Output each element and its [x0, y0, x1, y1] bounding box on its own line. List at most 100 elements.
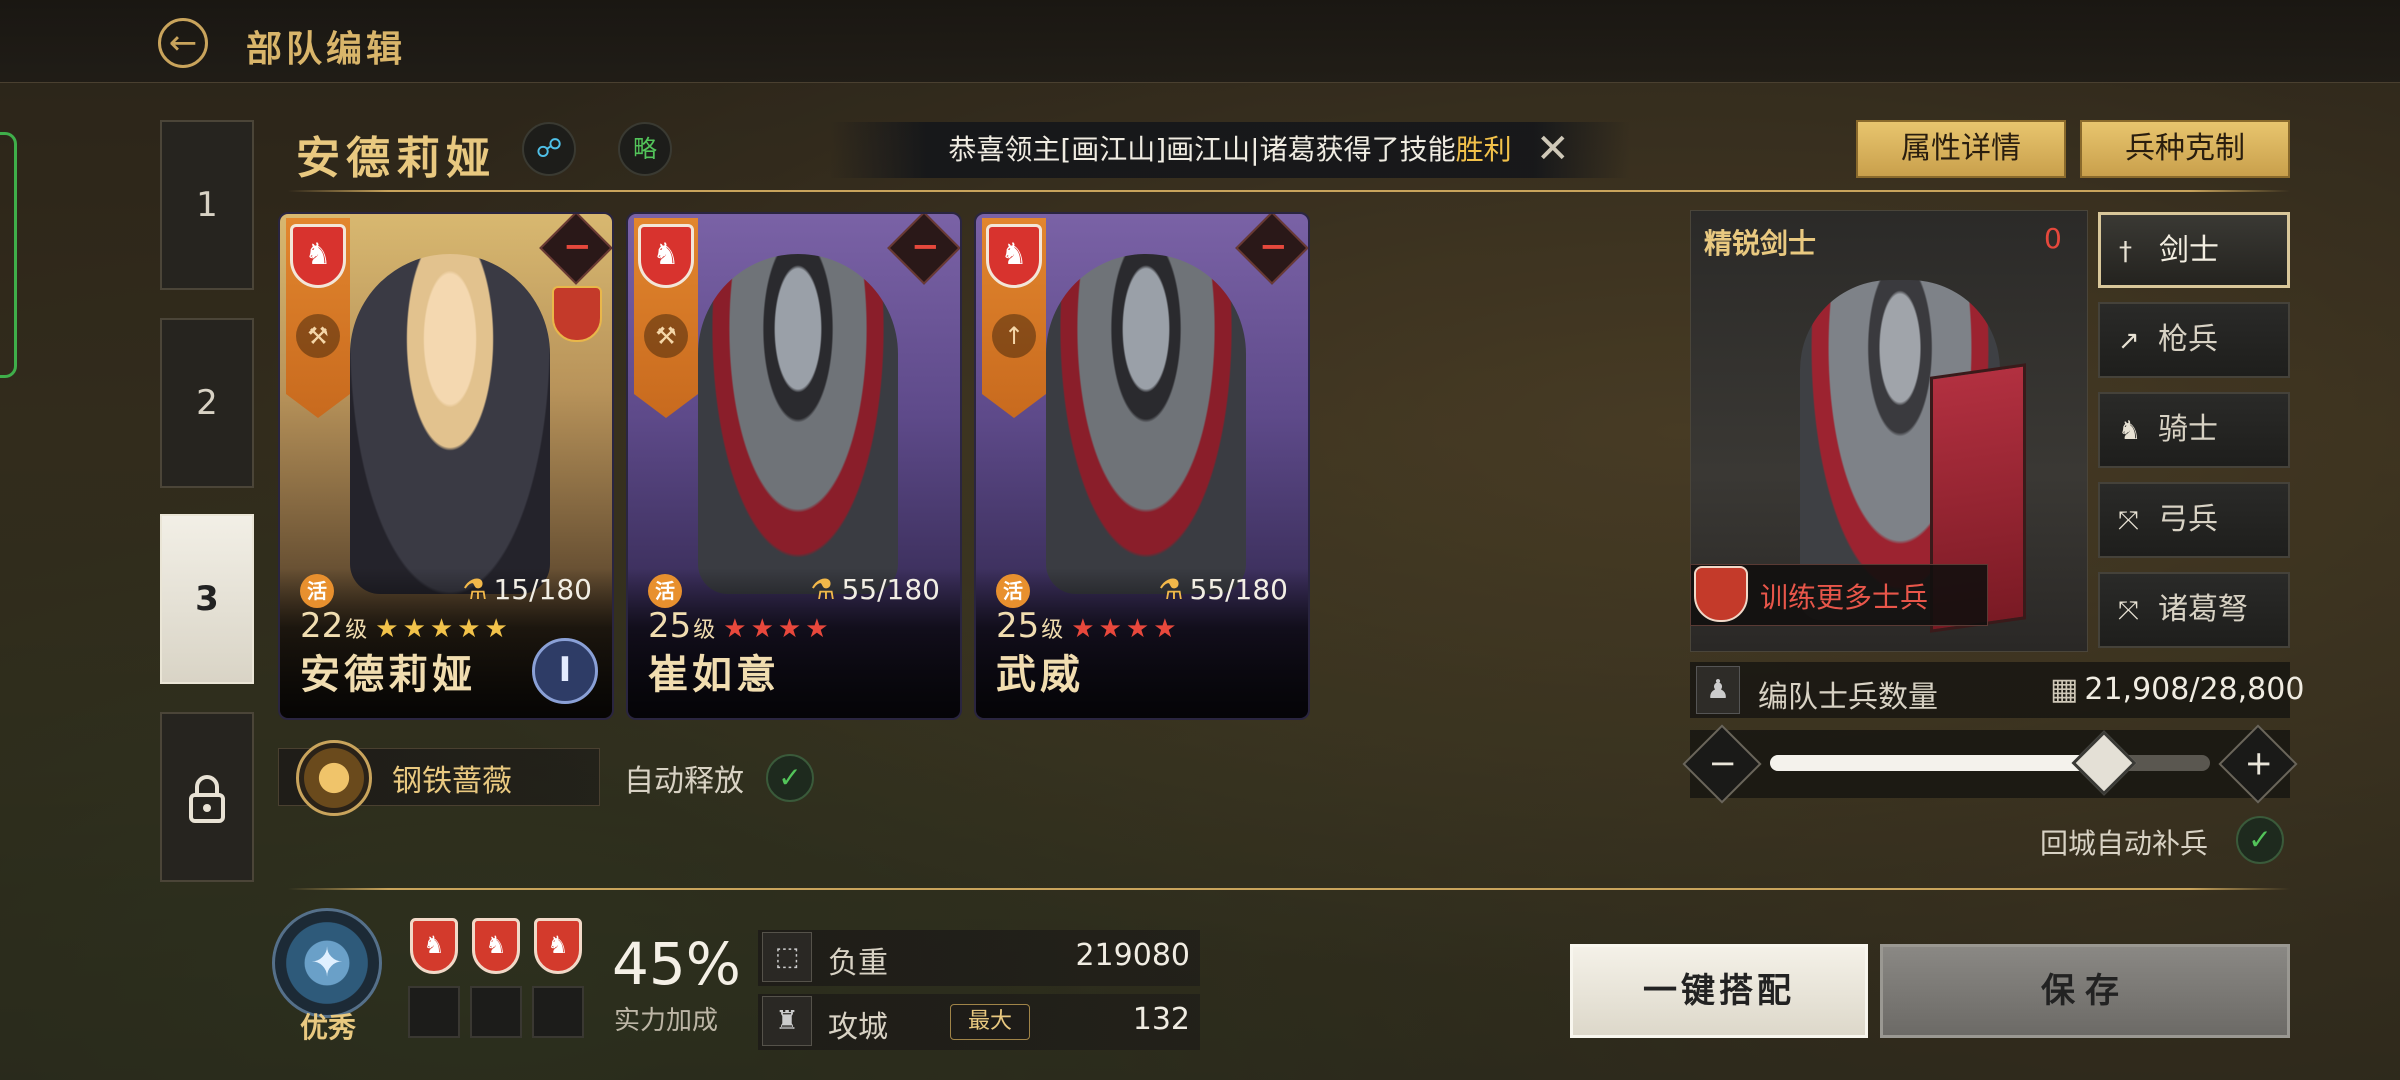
- star-rating: ★★★★: [723, 614, 833, 644]
- power-bonus-label: 实力加成: [614, 1006, 719, 1036]
- troop-count-value: 55/180: [1189, 573, 1288, 606]
- remove-hero-button[interactable]: −: [1235, 214, 1308, 285]
- troop-type-label: 弓兵: [2158, 502, 2218, 537]
- lion-shield-icon: ♞: [534, 918, 582, 974]
- remove-hero-button[interactable]: −: [887, 214, 960, 285]
- side-accent: [0, 132, 17, 378]
- back-button[interactable]: ←: [158, 18, 208, 68]
- troop-type-spearman[interactable]: ↗ 枪兵: [2098, 302, 2290, 378]
- lion-shield-icon: ♞: [638, 224, 694, 288]
- hero-name: 安德莉娅: [296, 133, 496, 184]
- troop-type-label: 骑士: [2158, 412, 2218, 447]
- attributes-button[interactable]: 属性详情: [1856, 120, 2066, 178]
- hero-level: 22级 ★★★★★: [300, 606, 512, 646]
- page-title: 部队编辑: [246, 29, 407, 70]
- train-more-link[interactable]: 训练更多士兵: [1760, 576, 1928, 616]
- faction-banner: ♞ ↑: [982, 218, 1046, 418]
- troop-count: ⚗ 55/180: [810, 573, 940, 606]
- stat-label-siege: 攻城: [828, 1010, 888, 1045]
- minus-icon: −: [1708, 743, 1737, 784]
- hero-card-1[interactable]: ♞ ⚒ − 活 ⚗ 15/180 22级 ★★★★★ 安德莉娅 I: [278, 212, 614, 720]
- auto-match-button[interactable]: 一键搭配: [1570, 944, 1868, 1038]
- empty-slot: [470, 986, 522, 1038]
- strategy-button[interactable]: 略: [618, 122, 672, 176]
- hero-card-name: 崔如意: [648, 652, 780, 698]
- crossbow-icon: ⤧: [2118, 596, 2139, 626]
- back-arrow-icon: ←: [168, 23, 198, 63]
- troop-type-label: 枪兵: [2158, 322, 2218, 357]
- auto-refill-label: 回城自动补兵: [2040, 827, 2209, 860]
- hero-portrait: [1046, 254, 1246, 594]
- troop-type-archer[interactable]: ⤧ 弓兵: [2098, 482, 2290, 558]
- notice-prefix: 恭喜领主[画江山]画江山|诸葛: [948, 133, 1316, 166]
- formation-count-text: 21,908/28,800: [2084, 672, 2305, 707]
- soldier-icon: ♟: [1696, 666, 1740, 714]
- siege-icon: ♜: [762, 996, 812, 1046]
- level-value: 22: [300, 606, 344, 646]
- troop-type-swordsman[interactable]: † 剑士: [2098, 212, 2290, 288]
- remove-hero-button[interactable]: −: [539, 214, 612, 285]
- save-button[interactable]: 保存: [1880, 944, 2290, 1038]
- formation-count-label: 编队士兵数量: [1758, 680, 1938, 715]
- troop-title: 精锐剑士: [1704, 227, 1817, 260]
- level-value: 25: [996, 606, 1040, 646]
- hero-portrait: [350, 254, 550, 594]
- troop-type-label: 剑士: [2159, 233, 2219, 268]
- faction-banner: ♞ ⚒: [634, 218, 698, 418]
- hero-level: 25级 ★★★★: [648, 606, 833, 646]
- hero-card-name: 武威: [996, 652, 1084, 698]
- flask-icon: ⚗: [1158, 573, 1184, 606]
- hero-level: 25级 ★★★★: [996, 606, 1181, 646]
- auto-release-label: 自动释放: [624, 764, 744, 799]
- level-unit: 级: [693, 618, 716, 643]
- guard-badge-icon: [552, 286, 602, 342]
- check-icon: ✓: [778, 761, 802, 794]
- star-rating: ★★★★: [1071, 614, 1181, 644]
- close-icon[interactable]: ✕: [1536, 126, 1570, 172]
- counters-button[interactable]: 兵种克制: [2080, 120, 2290, 178]
- plus-icon: +: [2244, 743, 2273, 784]
- axe-icon: ⚒: [644, 314, 688, 358]
- active-badge: 活: [300, 574, 334, 608]
- sword-icon: †: [2119, 237, 2132, 267]
- load-icon: ⬚: [762, 932, 812, 982]
- squad-tab-2[interactable]: 2: [160, 318, 254, 488]
- auto-release-checkbox[interactable]: ✓: [766, 754, 814, 802]
- lion-shield-icon: ♞: [290, 224, 346, 288]
- squad-tab-locked[interactable]: [160, 712, 254, 882]
- star-rating: ★★★★★: [375, 614, 512, 644]
- troop-count-value: 55/180: [841, 573, 940, 606]
- skill-name: 钢铁蔷薇: [392, 764, 512, 799]
- troop-count: ⚗ 55/180: [1158, 573, 1288, 606]
- notice-middle: 获得了技能: [1315, 133, 1456, 166]
- squad-tab-1[interactable]: 1: [160, 120, 254, 290]
- power-bonus-value: 45%: [612, 930, 741, 998]
- stat-value-siege: 132: [1132, 1002, 1190, 1037]
- empty-slot: [408, 986, 460, 1038]
- level-unit: 级: [1041, 618, 1064, 643]
- formation-rating-icon[interactable]: ✦: [272, 908, 382, 1018]
- share-icon[interactable]: ☍: [522, 122, 576, 176]
- troop-type-knight[interactable]: ♞ 骑士: [2098, 392, 2290, 468]
- flask-icon: ⚗: [462, 573, 488, 606]
- check-icon: ✓: [2248, 823, 2272, 856]
- horse-icon: ♞: [2118, 416, 2142, 446]
- notice-banner: 恭喜领主[画江山]画江山|诸葛获得了技能胜利: [830, 122, 1630, 178]
- hero-card-2[interactable]: ♞ ⚒ − 活 ⚗ 55/180 25级 ★★★★ 崔如意: [626, 212, 962, 720]
- helmet-icon: [1694, 566, 1748, 622]
- flask-icon: ⚗: [810, 573, 836, 606]
- level-unit: 级: [345, 618, 368, 643]
- axe-icon: ⚒: [296, 314, 340, 358]
- formation-rating-label: 优秀: [300, 1011, 357, 1044]
- auto-refill-checkbox[interactable]: ✓: [2236, 816, 2284, 864]
- active-badge: 活: [996, 574, 1030, 608]
- active-badge: 活: [648, 574, 682, 608]
- skill-icon[interactable]: [296, 740, 372, 816]
- troop-type-crossbow[interactable]: ⤧ 诸葛弩: [2098, 572, 2290, 648]
- lion-shield-icon: ♞: [472, 918, 520, 974]
- top-divider: [288, 190, 2290, 192]
- squad-tab-3[interactable]: 3: [160, 514, 254, 684]
- hero-card-3[interactable]: ♞ ↑ − 活 ⚗ 55/180 25级 ★★★★ 武威: [974, 212, 1310, 720]
- bottom-divider: [288, 888, 2290, 890]
- stat-label-load: 负重: [828, 946, 888, 981]
